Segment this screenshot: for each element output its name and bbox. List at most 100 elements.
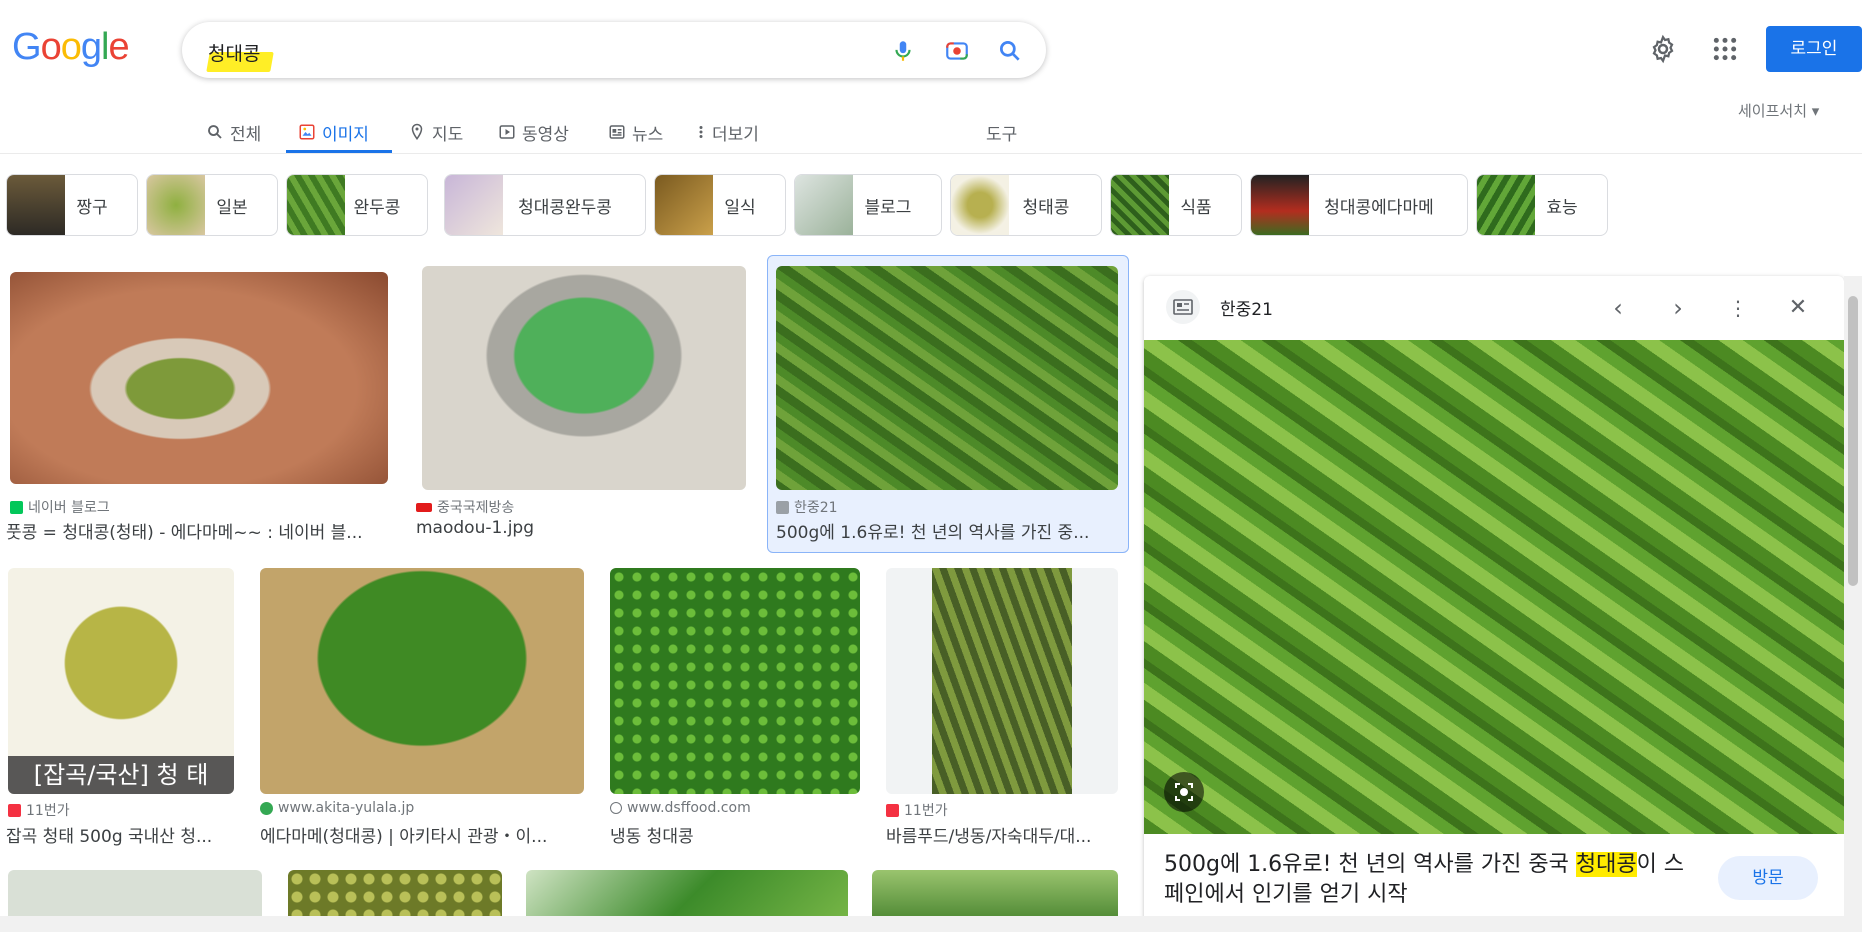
more-vert-icon bbox=[699, 126, 703, 138]
search-box[interactable]: 청대콩 bbox=[182, 22, 1046, 78]
source-label: 중국국제방송 bbox=[437, 500, 515, 516]
result-image[interactable] bbox=[886, 568, 1118, 794]
horizontal-scrollbar[interactable] bbox=[0, 916, 1844, 932]
related-chip[interactable]: 일식 bbox=[654, 174, 786, 236]
related-chip[interactable]: 완두콩 bbox=[286, 174, 428, 236]
news-icon bbox=[1173, 299, 1193, 315]
chip-thumbnail bbox=[655, 175, 713, 235]
chip-thumbnail bbox=[1251, 175, 1309, 235]
title-text: 500g에 1.6유로! 천 년의 역사를 가진 중국 bbox=[1164, 852, 1576, 877]
result-title[interactable]: 500g에 1.6유로! 천 년의 역사를 가진 중... bbox=[776, 518, 1120, 543]
chip-label: 완두콩 bbox=[353, 197, 401, 218]
chip-thumbnail bbox=[1477, 175, 1535, 235]
tab-videos[interactable]: 동영상 bbox=[498, 112, 569, 152]
chip-label: 청태콩 bbox=[1022, 197, 1070, 218]
camera-lens-icon[interactable] bbox=[944, 38, 970, 64]
result-title[interactable]: 에다마메(청대콩) | 아키타시 관광・이... bbox=[260, 822, 584, 847]
logo-letter: e bbox=[108, 26, 129, 68]
preview-image[interactable] bbox=[1144, 340, 1844, 834]
chip-thumbnail bbox=[445, 175, 503, 235]
result-source[interactable]: www.dsffood.com bbox=[610, 800, 751, 816]
chip-thumbnail bbox=[7, 175, 65, 235]
tab-more[interactable]: 더보기 bbox=[696, 112, 759, 152]
logo-letter: o bbox=[40, 26, 62, 68]
header-divider bbox=[0, 153, 1862, 154]
logo-letter: l bbox=[100, 26, 110, 68]
tab-images[interactable]: 이미지 bbox=[298, 112, 369, 152]
gear-icon[interactable] bbox=[1648, 34, 1678, 64]
chevron-right-icon[interactable]: › bbox=[1664, 294, 1692, 322]
related-chip[interactable]: 짱구 bbox=[6, 174, 138, 236]
result-image[interactable] bbox=[776, 266, 1118, 490]
signin-button[interactable]: 로그인 bbox=[1766, 26, 1862, 72]
preview-panel: 한중21 ‹ › ⋮ ✕ 500g에 1.6유로! 천 년의 역사를 가진 중국… bbox=[1144, 276, 1844, 932]
related-chip[interactable]: 청대콩에다마메 bbox=[1250, 174, 1468, 236]
related-chip[interactable]: 청대콩완두콩 bbox=[444, 174, 646, 236]
search-input[interactable]: 청대콩 bbox=[208, 39, 260, 66]
result-image[interactable] bbox=[610, 568, 860, 794]
chip-thumbnail bbox=[1111, 175, 1169, 235]
microphone-icon[interactable] bbox=[890, 38, 916, 64]
chip-label: 일본 bbox=[216, 197, 248, 218]
lens-icon bbox=[1175, 783, 1193, 801]
source-label: 11번가 bbox=[904, 803, 948, 819]
related-chip[interactable]: 블로그 bbox=[794, 174, 942, 236]
more-vert-icon[interactable]: ⋮ bbox=[1724, 294, 1752, 322]
site-favicon bbox=[1166, 290, 1200, 324]
result-source[interactable]: 중국국제방송 bbox=[416, 497, 514, 517]
result-image[interactable] bbox=[10, 272, 388, 484]
chip-label: 짱구 bbox=[76, 197, 108, 218]
safesearch-dropdown[interactable]: 세이프서치 ▾ bbox=[1738, 100, 1819, 121]
tab-all[interactable]: 전체 bbox=[206, 112, 261, 152]
visit-button[interactable]: 방문 bbox=[1718, 856, 1818, 900]
image-overlay-label: [잡곡/국산] 청 태 bbox=[8, 756, 234, 794]
result-image[interactable]: [잡곡/국산] 청 태 bbox=[8, 568, 234, 794]
result-title[interactable]: maodou-1.jpg bbox=[416, 518, 746, 538]
close-icon[interactable]: ✕ bbox=[1784, 294, 1812, 322]
result-image[interactable] bbox=[260, 568, 584, 794]
preview-source-name[interactable]: 한중21 bbox=[1220, 295, 1273, 320]
preview-title[interactable]: 500g에 1.6유로! 천 년의 역사를 가진 중국 청대콩이 스페인에서 인… bbox=[1164, 850, 1704, 910]
apps-grid-icon[interactable] bbox=[1712, 36, 1738, 62]
cri-logo-icon bbox=[416, 502, 432, 512]
tab-news[interactable]: 뉴스 bbox=[608, 112, 663, 152]
11st-icon bbox=[886, 803, 899, 817]
search-icon bbox=[208, 125, 222, 139]
result-source[interactable]: 11번가 bbox=[8, 800, 70, 820]
result-title[interactable]: 풋콩 = 청대콩(청태) - 에다마메~~ : 네이버 블... bbox=[6, 518, 390, 543]
result-image[interactable] bbox=[422, 266, 746, 490]
related-chip[interactable]: 효능 bbox=[1476, 174, 1608, 236]
11st-icon bbox=[8, 803, 21, 817]
search-icon[interactable] bbox=[997, 38, 1023, 64]
source-label: 한중21 bbox=[794, 500, 838, 516]
result-title[interactable]: 잡곡 청태 500g 국내산 청... bbox=[6, 822, 228, 847]
result-source[interactable]: www.akita-yulala.jp bbox=[260, 800, 414, 816]
scrollbar-thumb[interactable] bbox=[1848, 296, 1858, 586]
google-logo[interactable]: Google bbox=[12, 26, 130, 69]
news-site-icon bbox=[776, 500, 789, 514]
chevron-left-icon[interactable]: ‹ bbox=[1604, 294, 1632, 322]
related-chip[interactable]: 일본 bbox=[146, 174, 278, 236]
chip-thumbnail bbox=[287, 175, 345, 235]
chip-label: 청대콩완두콩 bbox=[518, 197, 612, 218]
result-source[interactable]: 네이버 블로그 bbox=[10, 497, 110, 517]
title-keyword-highlight: 청대콩 bbox=[1575, 852, 1637, 877]
chip-thumbnail bbox=[147, 175, 205, 235]
result-title[interactable]: 바름푸드/냉동/자숙대두/대... bbox=[886, 822, 1118, 847]
result-source[interactable]: 11번가 bbox=[886, 800, 948, 820]
related-chip[interactable]: 식품 bbox=[1110, 174, 1242, 236]
logo-letter: G bbox=[12, 26, 42, 68]
related-chip[interactable]: 청태콩 bbox=[950, 174, 1102, 236]
tools-button[interactable]: 도구 bbox=[986, 112, 1017, 152]
chip-label: 블로그 bbox=[864, 197, 912, 218]
source-label: 네이버 블로그 bbox=[28, 500, 110, 516]
result-source[interactable]: 한중21 bbox=[776, 497, 838, 517]
naver-blog-icon bbox=[10, 500, 23, 514]
tab-label: 지도 bbox=[432, 124, 464, 145]
logo-letter: o bbox=[60, 26, 82, 68]
lens-search-button[interactable] bbox=[1164, 772, 1204, 812]
play-icon bbox=[499, 125, 515, 139]
result-title[interactable]: 냉동 청대콩 bbox=[610, 822, 860, 847]
tab-maps[interactable]: 지도 bbox=[408, 112, 463, 152]
product-bag bbox=[932, 568, 1072, 794]
